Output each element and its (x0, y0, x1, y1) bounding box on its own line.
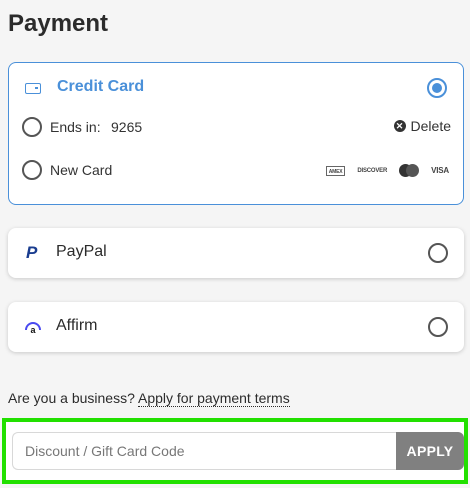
discount-code-input[interactable] (12, 432, 396, 470)
affirm-option[interactable]: a Affirm (8, 302, 464, 352)
paypal-icon: P (26, 243, 38, 262)
delete-card-button[interactable]: ✕ Delete (393, 118, 451, 134)
close-icon: ✕ (393, 120, 406, 132)
credit-card-option[interactable]: Credit Card Ends in: 9265 ✕ Delete New C… (8, 62, 464, 205)
affirm-radio[interactable] (428, 317, 448, 337)
card-brands: AMEX DISCOVER VISA (325, 164, 449, 177)
mastercard-logo (399, 164, 420, 177)
saved-card-last4: 9265 (111, 119, 143, 135)
svg-text:a: a (30, 325, 36, 335)
apply-button[interactable]: APPLY (396, 432, 464, 470)
saved-card-label: Ends in: (50, 119, 101, 135)
affirm-icon: a (25, 322, 41, 335)
credit-card-radio[interactable] (427, 78, 447, 98)
credit-card-label: Credit Card (57, 78, 145, 95)
saved-card-radio[interactable] (22, 117, 42, 137)
paypal-option[interactable]: P PayPal (8, 228, 464, 278)
visa-logo: VISA (431, 165, 449, 175)
discount-section: APPLY (2, 418, 468, 484)
business-prefix: Are you a business? (8, 390, 135, 406)
new-card-radio[interactable] (22, 160, 42, 180)
new-card-label: New Card (50, 162, 113, 178)
business-prompt: Are you a business? Apply for payment te… (8, 390, 290, 407)
discover-logo: DISCOVER (357, 167, 388, 174)
paypal-label: PayPal (56, 243, 107, 260)
credit-card-icon (25, 83, 41, 94)
paypal-radio[interactable] (428, 243, 448, 263)
apply-payment-terms-link[interactable]: Apply for payment terms (137, 390, 290, 407)
page-title: Payment (8, 10, 109, 37)
delete-label: Delete (410, 118, 451, 134)
affirm-label: Affirm (56, 317, 98, 334)
amex-logo: AMEX (325, 165, 346, 176)
